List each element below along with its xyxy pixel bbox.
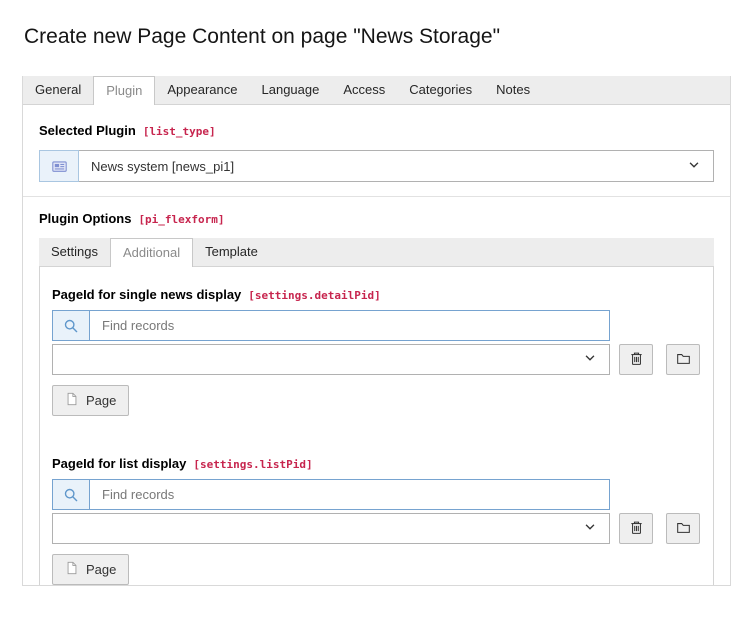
tab-categories[interactable]: Categories [397,76,484,104]
subtab-additional[interactable]: Additional [110,238,193,267]
selected-plugin-label-text: Selected Plugin [39,123,136,138]
list-pid-select-row [52,513,701,544]
page-button-label: Page [86,562,116,577]
tab-access[interactable]: Access [331,76,397,104]
page-button[interactable]: Page [52,385,129,416]
list-pid-search-input[interactable] [90,480,609,509]
page-icon [65,561,79,578]
selected-plugin-field-code: [list_type] [143,125,216,138]
detail-pid-select-row [52,344,701,375]
tab-general[interactable]: General [23,76,93,104]
tab-notes[interactable]: Notes [484,76,542,104]
tab-plugin[interactable]: Plugin [93,76,155,105]
selected-plugin-select[interactable]: News system [news_pi1] [79,150,714,182]
detail-pid-field-code: [settings.detailPid] [248,289,380,302]
list-pid-label: PageId for list display [settings.listPid… [52,456,701,473]
folder-icon [676,351,691,369]
selected-plugin-fieldset: Selected Plugin [list_type] News system [… [23,105,730,197]
main-tab-strip: General Plugin Appearance Language Acces… [23,76,730,105]
newspaper-icon [39,150,79,182]
delete-record-button[interactable] [619,513,653,544]
search-icon[interactable] [53,311,90,340]
page-title: Create new Page Content on page "News St… [24,24,729,50]
field-detail-pid: PageId for single news display [settings.… [52,287,701,416]
chevron-down-icon [583,520,597,537]
tab-appearance[interactable]: Appearance [155,76,249,104]
subtab-settings[interactable]: Settings [39,238,110,266]
detail-pid-label-text: PageId for single news display [52,287,241,302]
list-pid-label-text: PageId for list display [52,456,186,471]
field-list-pid: PageId for list display [settings.listPid… [52,456,701,585]
tab-language[interactable]: Language [250,76,332,104]
selected-plugin-label: Selected Plugin [list_type] [39,123,714,140]
detail-pid-search-group [52,310,610,341]
detail-pid-label: PageId for single news display [settings.… [52,287,701,304]
browse-records-button[interactable] [666,344,700,375]
list-pid-field-code: [settings.listPid] [193,458,312,471]
trash-icon [629,351,644,369]
search-icon[interactable] [53,480,90,509]
flexform-additional-panel: PageId for single news display [settings.… [39,267,714,585]
flexform-tab-strip: Settings Additional Template [39,238,714,267]
plugin-options-label: Plugin Options [pi_flexform] [39,211,714,228]
page-button[interactable]: Page [52,554,129,585]
plugin-options-fieldset: Plugin Options [pi_flexform] Settings Add… [23,197,730,585]
plugin-options-label-text: Plugin Options [39,211,131,226]
page-icon [65,392,79,409]
chevron-down-icon [583,351,597,368]
folder-icon [676,520,691,538]
detail-pid-search-input[interactable] [90,311,609,340]
subtab-template[interactable]: Template [193,238,270,266]
record-edit-form: General Plugin Appearance Language Acces… [22,76,731,586]
list-pid-search-group [52,479,610,510]
trash-icon [629,520,644,538]
plugin-options-field-code: [pi_flexform] [138,213,224,226]
delete-record-button[interactable] [619,344,653,375]
detail-pid-record-select[interactable] [52,344,610,375]
selected-plugin-select-group: News system [news_pi1] [39,150,714,182]
browse-records-button[interactable] [666,513,700,544]
chevron-down-icon [687,158,701,175]
list-pid-record-select[interactable] [52,513,610,544]
selected-plugin-value: News system [news_pi1] [91,159,234,174]
page-button-label: Page [86,393,116,408]
